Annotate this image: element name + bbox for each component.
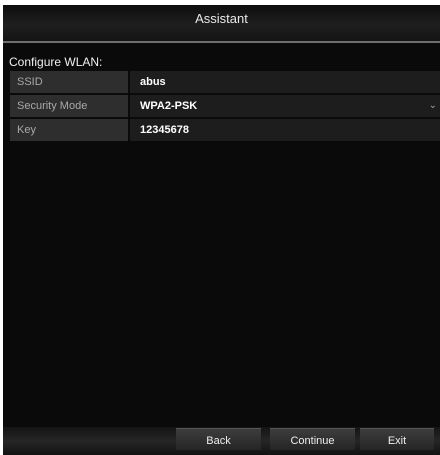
key-input[interactable]: 12345678 [130,119,440,141]
wlan-settings-table: SSID abus Security Mode WPA2-PSK ⌄ Key 1… [10,71,440,143]
exit-button[interactable]: Exit [360,428,434,450]
ssid-input[interactable]: abus [130,71,440,93]
title-divider [3,41,440,43]
key-row: Key 12345678 [10,119,440,141]
security-mode-row: Security Mode WPA2-PSK ⌄ [10,95,440,117]
key-label: Key [10,119,128,141]
dialog-title: Assistant [3,5,440,41]
continue-button[interactable]: Continue [270,428,355,450]
chevron-down-icon[interactable]: ⌄ [429,95,437,117]
ssid-row: SSID abus [10,71,440,93]
security-mode-value: WPA2-PSK [140,100,198,112]
security-mode-label: Security Mode [10,95,128,117]
security-mode-select[interactable]: WPA2-PSK ⌄ [130,95,440,117]
assistant-dialog: Assistant Configure WLAN: SSID abus Secu… [3,5,440,455]
section-title: Configure WLAN: [9,55,103,69]
back-button[interactable]: Back [176,428,261,450]
ssid-label: SSID [10,71,128,93]
